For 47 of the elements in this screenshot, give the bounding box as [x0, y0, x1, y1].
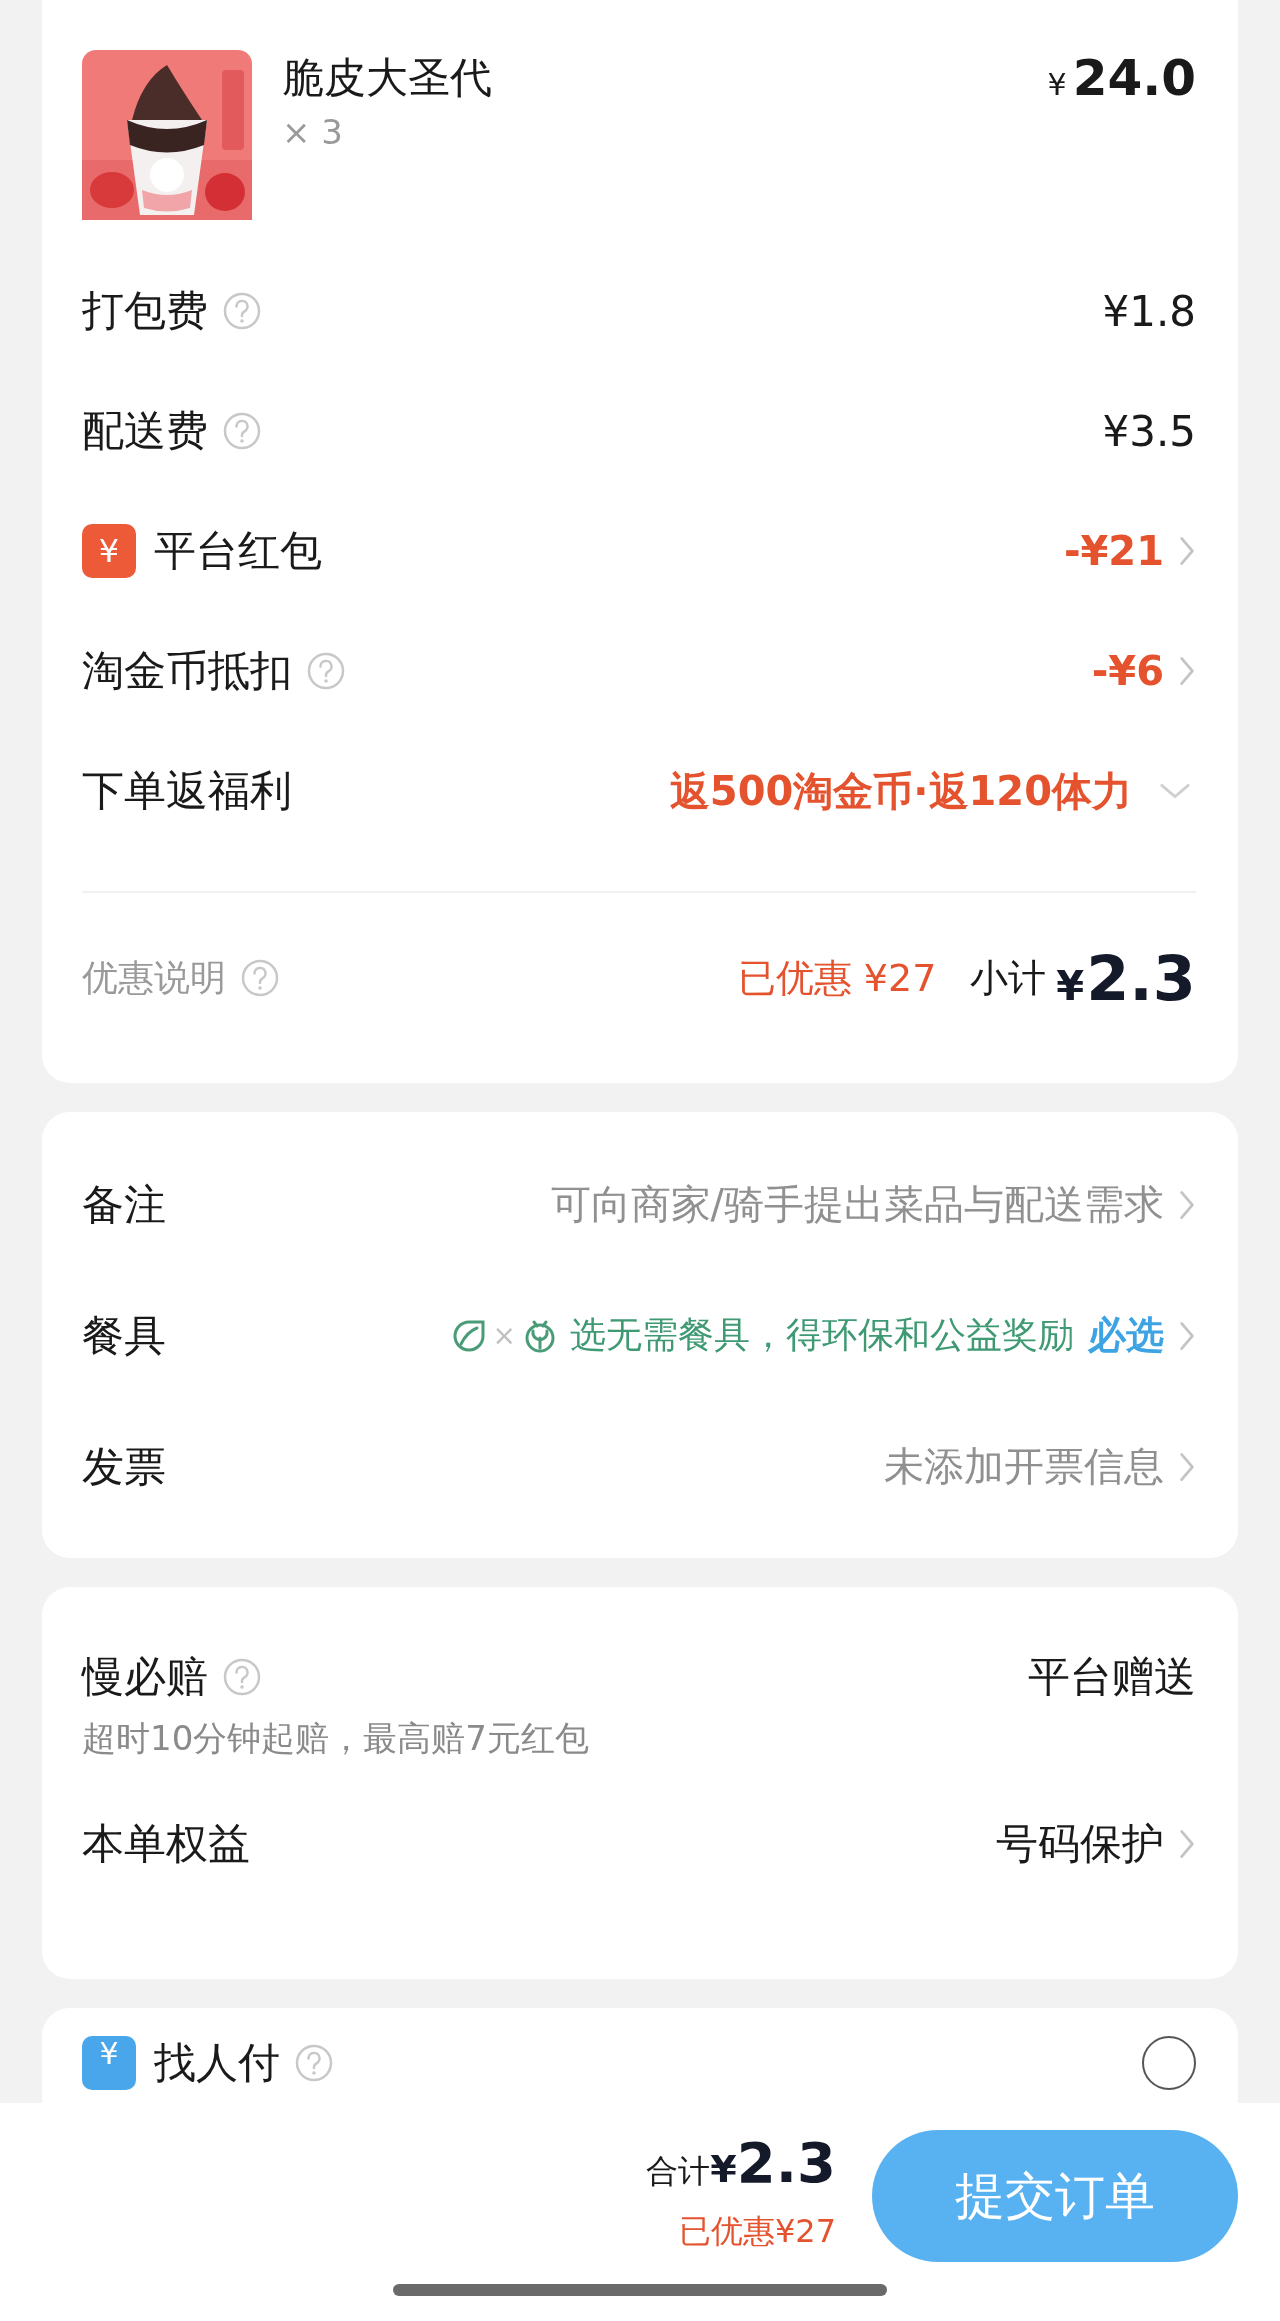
row-label: 淘金币抵扣 — [82, 645, 292, 697]
payment-icon: ¥ — [82, 2036, 136, 2090]
subtotal-label: 小计 — [970, 954, 1047, 1002]
times-sign: × — [492, 1319, 516, 1352]
row-value[interactable]: 未添加开票信息 — [884, 1439, 1164, 1494]
row-value[interactable]: 返500淘金币·返120体力 — [669, 763, 1132, 819]
chevron-right-icon — [1178, 534, 1196, 568]
help-icon[interactable] — [306, 651, 346, 691]
row-value[interactable]: -¥21 — [1063, 528, 1164, 574]
product-name: 脆皮大圣代 — [282, 52, 493, 104]
row-value: ¥1.8 — [1102, 286, 1196, 336]
row-label: 打包费 — [82, 285, 208, 337]
discount-info-label: 优惠说明 — [82, 955, 226, 1000]
chevron-down-icon[interactable] — [1158, 781, 1192, 801]
product-quantity: × 3 — [282, 112, 344, 152]
total-amount: 合计¥2.3 — [646, 2130, 836, 2197]
subtotal-amount: ¥2.3 — [1056, 941, 1196, 1015]
guarantee-note: 超时10分钟起赔，最高赔7元红包 — [82, 1717, 590, 1760]
help-icon[interactable] — [222, 411, 262, 451]
chevron-right-icon — [1178, 654, 1196, 688]
product-price: ¥24.0 — [1047, 50, 1196, 109]
saved-amount: 已优惠¥27 — [678, 2211, 836, 2252]
chevron-right-icon — [1178, 1827, 1196, 1861]
help-icon[interactable] — [294, 2043, 334, 2083]
row-value: ¥3.5 — [1102, 406, 1196, 456]
row-value: 平台赠送 — [1028, 1651, 1196, 1703]
row-label: 找人付 — [154, 2037, 280, 2089]
help-icon[interactable] — [222, 1657, 262, 1697]
row-label: 配送费 — [82, 405, 208, 457]
row-label: 备注 — [82, 1178, 166, 1231]
row-label: 慢必赔 — [82, 1651, 208, 1703]
coupon-icon: ¥ — [82, 524, 136, 578]
row-label: 本单权益 — [82, 1818, 250, 1870]
help-icon[interactable] — [240, 958, 280, 998]
radio-button[interactable] — [1142, 2036, 1196, 2090]
row-value[interactable]: 号码保护 — [996, 1816, 1164, 1872]
saved-amount: 已优惠 ¥27 — [737, 954, 937, 1002]
row-label: 餐具 — [82, 1309, 166, 1362]
row-label: 平台红包 — [154, 525, 322, 577]
help-icon[interactable] — [222, 291, 262, 331]
row-label: 发票 — [82, 1440, 166, 1493]
row-value[interactable]: -¥6 — [1091, 648, 1164, 694]
submit-order-button[interactable]: 提交订单 — [872, 2130, 1238, 2262]
row-value[interactable]: 可向商家/骑手提出菜品与配送需求 — [550, 1177, 1164, 1232]
required-tag: 必选 — [1088, 1310, 1164, 1361]
tableware-note: 选无需餐具，得环保和公益奖励 — [570, 1313, 1074, 1357]
row-label: 下单返福利 — [82, 765, 292, 817]
